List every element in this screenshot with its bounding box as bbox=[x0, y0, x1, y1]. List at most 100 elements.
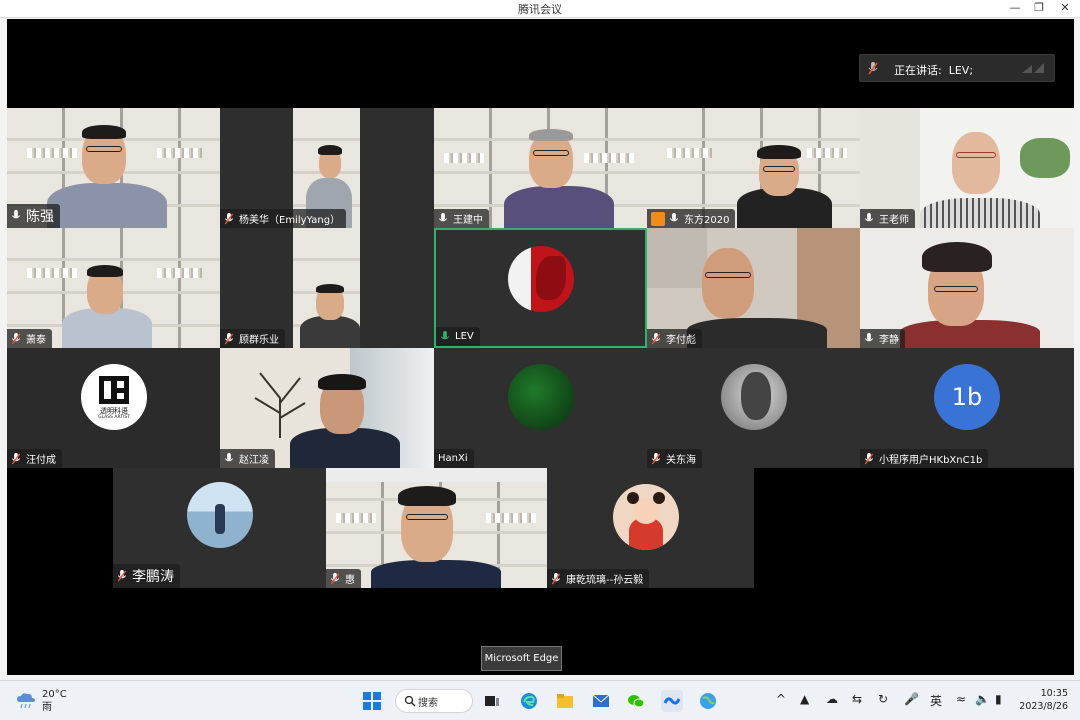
participant-name: 王建中 bbox=[453, 215, 483, 226]
participant-namebar: HanXi bbox=[434, 449, 474, 468]
mic-muted-icon bbox=[651, 332, 661, 344]
mic-icon bbox=[224, 452, 234, 461]
wechat-icon bbox=[628, 695, 645, 708]
participant-tile[interactable]: 赵江凌 bbox=[220, 348, 434, 468]
microphone-icon[interactable]: 🎤 bbox=[904, 692, 919, 706]
sync-icon[interactable]: ⇆ bbox=[852, 692, 862, 706]
participant-tile[interactable]: 李静 bbox=[860, 228, 1074, 348]
battery-icon[interactable]: ▮ bbox=[995, 692, 1002, 706]
participant-namebar: 李静 bbox=[860, 329, 905, 348]
participant-tile[interactable]: 杨美华（EmilyYang） bbox=[220, 108, 434, 228]
participant-tile[interactable]: 顾群乐业 bbox=[220, 228, 434, 348]
participant-name: 陈强 bbox=[26, 209, 54, 225]
participant-namebar: 东方2020 bbox=[647, 209, 736, 228]
refresh-icon[interactable]: ↻ bbox=[878, 692, 888, 706]
participant-namebar: 李鹏涛 bbox=[113, 564, 180, 588]
mic-muted-icon bbox=[11, 452, 21, 464]
participant-tile[interactable]: 陈强 bbox=[7, 108, 220, 228]
speaking-name: LEV; bbox=[948, 64, 974, 77]
participant-name: 李鹏涛 bbox=[132, 569, 174, 585]
tray-app-icon[interactable]: ▲ bbox=[800, 692, 809, 706]
clock-date: 2023/8/26 bbox=[1019, 701, 1068, 712]
participant-name: 汪付成 bbox=[26, 455, 56, 466]
task-view-icon bbox=[485, 696, 499, 706]
tencent-meeting-icon bbox=[663, 697, 681, 705]
participant-namebar: 康乾琉璃--孙云毅 bbox=[547, 569, 650, 588]
mail-app-button[interactable] bbox=[590, 690, 612, 712]
participant-avatar bbox=[613, 484, 679, 550]
participant-namebar: 王建中 bbox=[434, 209, 489, 228]
mic-icon bbox=[669, 212, 679, 221]
wechat-app-button[interactable] bbox=[625, 690, 647, 712]
participant-tile-active-speaker[interactable]: LEV bbox=[434, 228, 647, 348]
participant-tile[interactable]: 王建中 bbox=[434, 108, 647, 228]
show-hidden-icons-button[interactable]: ^ bbox=[776, 692, 786, 706]
participant-name: 关东海 bbox=[666, 455, 696, 466]
mic-active-icon bbox=[440, 330, 450, 339]
mic-icon bbox=[438, 212, 448, 221]
close-button[interactable]: ✕ bbox=[1050, 0, 1080, 18]
mic-muted-icon bbox=[330, 572, 340, 584]
participant-namebar: 李付彪 bbox=[647, 329, 702, 348]
participant-tile[interactable]: 萧泰 bbox=[7, 228, 220, 348]
file-explorer-button[interactable] bbox=[554, 690, 576, 712]
tencent-meeting-app-button[interactable] bbox=[661, 690, 683, 712]
participant-tile[interactable]: 李鹏涛 bbox=[113, 468, 326, 588]
participant-namebar: 关东海 bbox=[647, 449, 702, 468]
participant-tile[interactable]: 关东海 bbox=[647, 348, 860, 468]
rain-cloud-icon bbox=[17, 693, 35, 709]
participant-namebar: 赵江凌 bbox=[220, 449, 275, 468]
participant-name: LEV bbox=[455, 331, 474, 342]
participant-tile[interactable]: 王老师 bbox=[860, 108, 1074, 228]
task-view-button[interactable] bbox=[481, 690, 503, 712]
participant-name: 王老师 bbox=[879, 215, 909, 226]
mic-muted-icon bbox=[11, 332, 21, 344]
participant-name: 萧泰 bbox=[26, 335, 46, 346]
mic-icon bbox=[864, 212, 874, 221]
host-badge-icon bbox=[651, 211, 665, 226]
participant-name: 惠 bbox=[345, 575, 355, 586]
participant-name: 李静 bbox=[879, 335, 899, 346]
onedrive-icon[interactable]: ☁ bbox=[826, 692, 838, 706]
participant-avatar bbox=[508, 246, 574, 312]
participant-tile[interactable]: 东方2020 bbox=[647, 108, 860, 228]
participant-namebar: 王老师 bbox=[860, 209, 915, 228]
participant-tile[interactable]: HanXi bbox=[434, 348, 647, 468]
speaking-indicator: 正在讲话: LEV; bbox=[859, 54, 1055, 82]
taskbar-search[interactable]: 搜索 bbox=[395, 689, 473, 713]
network-signal-icon bbox=[1022, 63, 1044, 73]
participant-tile[interactable]: 惠 bbox=[326, 468, 547, 588]
participant-tile[interactable]: 李付彪 bbox=[647, 228, 860, 348]
volume-icon[interactable]: 🔈 bbox=[975, 692, 990, 706]
participant-name: 顾群乐业 bbox=[239, 335, 279, 346]
video-stage: 正在讲话: LEV; 陈强 杨美华（EmilyYang） 王建中 东方2020 … bbox=[7, 19, 1074, 675]
edge-browser-icon bbox=[521, 693, 537, 709]
mic-muted-icon bbox=[651, 452, 661, 464]
participant-tile[interactable]: 康乾琉璃--孙云毅 bbox=[547, 468, 754, 588]
participant-initials-avatar: 1b bbox=[934, 364, 1000, 430]
mic-muted-icon bbox=[868, 62, 878, 75]
system-clock[interactable]: 10:35 2023/8/26 bbox=[1018, 687, 1068, 713]
participant-avatar bbox=[721, 364, 787, 430]
weather-condition: 雨 bbox=[42, 702, 52, 713]
start-button[interactable] bbox=[361, 690, 383, 712]
participant-tile[interactable]: 透明科语 GLASS ARTIST 汪付成 bbox=[7, 348, 220, 468]
browser-app-button[interactable] bbox=[697, 690, 719, 712]
windows-logo-icon bbox=[363, 692, 381, 710]
mic-muted-icon bbox=[224, 332, 234, 344]
windows-taskbar: 20°C 雨 搜索 ^ ▲ ☁ ⇆ ↻ 🎤 英 ≈ 🔈 ▮ 10:35 2023… bbox=[0, 680, 1080, 720]
participant-namebar: 顾群乐业 bbox=[220, 329, 285, 348]
search-label: 搜索 bbox=[418, 697, 438, 709]
window-titlebar: 腾讯会议 — ❐ ✕ bbox=[0, 0, 1080, 18]
participant-avatar: 透明科语 GLASS ARTIST bbox=[81, 364, 147, 430]
wifi-icon[interactable]: ≈ bbox=[956, 692, 966, 706]
participant-namebar: 陈强 bbox=[7, 204, 60, 228]
edge-app-button[interactable] bbox=[518, 690, 540, 712]
search-icon bbox=[404, 695, 416, 707]
participant-tile[interactable]: 1b 小程序用户HKbXnC1b bbox=[860, 348, 1074, 468]
mic-muted-icon bbox=[224, 212, 234, 224]
mic-icon bbox=[864, 332, 874, 341]
globe-icon bbox=[700, 693, 716, 709]
ime-language-indicator[interactable]: 英 bbox=[930, 692, 942, 709]
participant-namebar: 小程序用户HKbXnC1b bbox=[860, 449, 989, 468]
